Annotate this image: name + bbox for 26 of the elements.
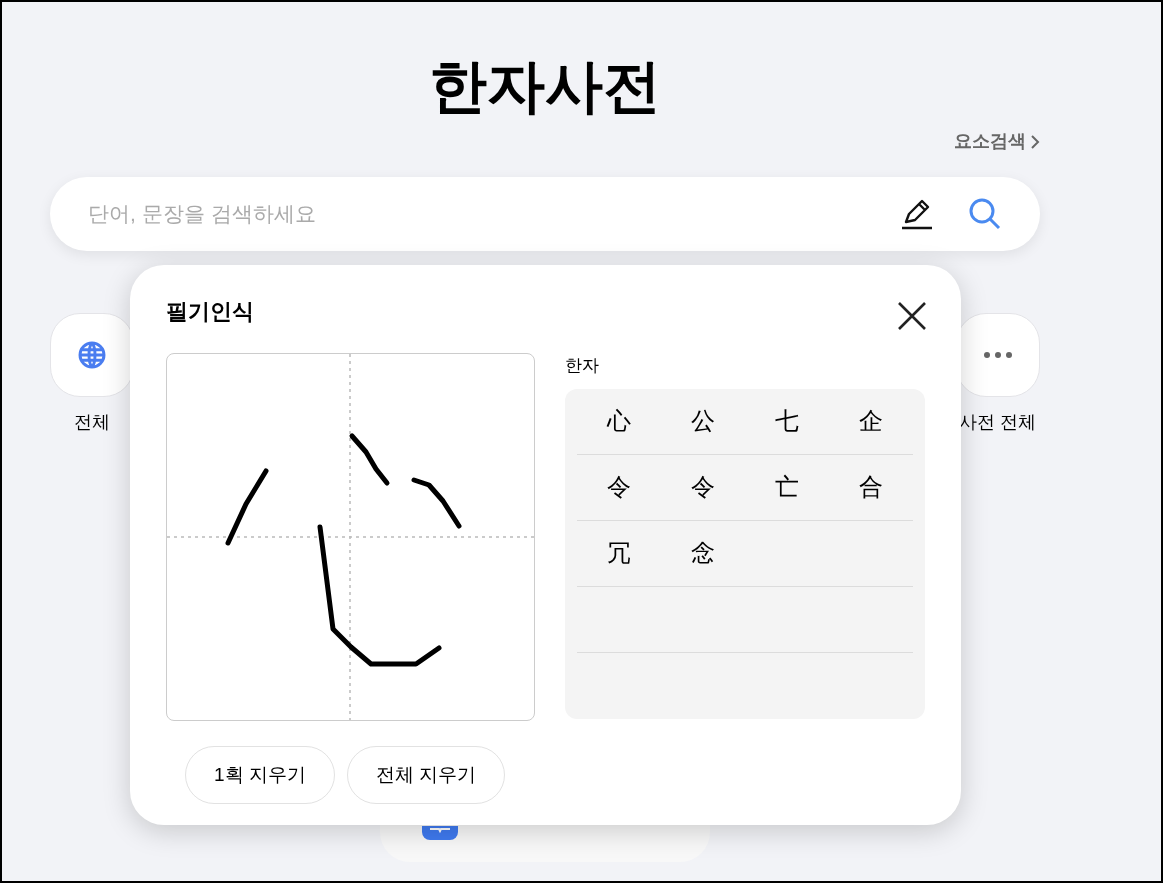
hanja-candidate[interactable]: 亡 — [775, 469, 799, 505]
close-icon[interactable] — [897, 301, 927, 331]
hanja-candidate[interactable]: 心 — [607, 403, 631, 439]
search-bar[interactable]: 단어, 문장을 검색하세요 — [50, 177, 1040, 251]
pencil-icon[interactable] — [900, 198, 934, 230]
hanja-candidate[interactable]: 公 — [691, 403, 715, 439]
hanja-candidate[interactable]: 令 — [691, 469, 715, 505]
hanja-candidate[interactable]: 企 — [859, 403, 883, 439]
search-icon[interactable] — [968, 197, 1002, 231]
hanja-candidate[interactable]: 冗 — [607, 535, 631, 571]
hanja-candidate[interactable]: 念 — [691, 535, 715, 571]
search-field[interactable]: 단어, 문장을 검색하세요 — [88, 198, 900, 230]
hanja-candidate[interactable]: 七 — [775, 403, 799, 439]
category-label: 전체 — [74, 411, 110, 434]
globe-icon — [76, 339, 108, 371]
chevron-right-icon — [1030, 133, 1040, 150]
category-label: 사전 전체 — [959, 411, 1037, 434]
hanja-candidate[interactable]: 令 — [607, 469, 631, 505]
erase-button[interactable]: 전체 지우기 — [346, 746, 506, 804]
hanja-candidate[interactable]: 合 — [859, 469, 883, 505]
more-icon — [982, 351, 1014, 359]
page-title: 한자사전 — [429, 52, 661, 120]
element-search-link[interactable]: 요소검색 — [954, 128, 1040, 155]
erase-button[interactable]: 1획 지우기 — [185, 746, 335, 804]
result-label: 한자 — [565, 355, 600, 377]
popup-title: 필기인식 — [166, 298, 254, 326]
